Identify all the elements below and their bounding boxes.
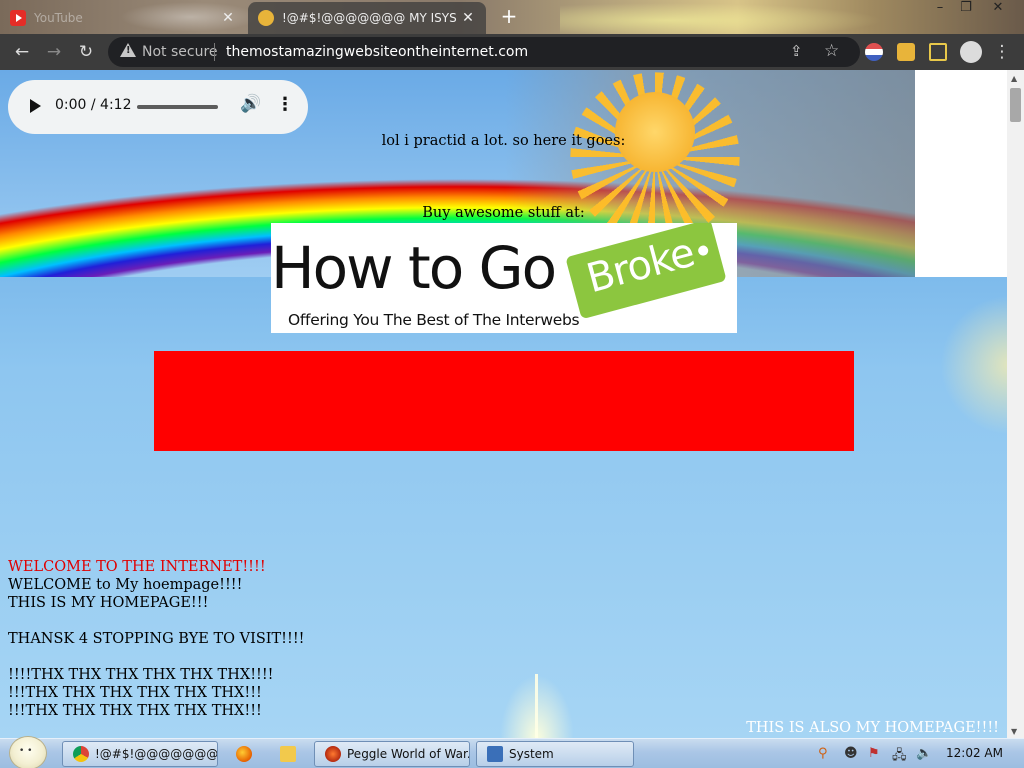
welcome-line: WELCOME to My hoempage!!!! xyxy=(8,577,243,593)
sun-glow-image xyxy=(940,295,1007,435)
taskbar-item-firefox[interactable] xyxy=(226,741,256,767)
system-icon xyxy=(487,746,503,762)
taskbar-item-folder[interactable] xyxy=(270,741,300,767)
flag-extension-icon[interactable] xyxy=(865,43,883,61)
network-icon[interactable]: 🖧 xyxy=(892,746,907,768)
red-box xyxy=(154,351,854,451)
bookmark-star-icon[interactable]: ☆ xyxy=(824,41,839,61)
security-indicator[interactable]: Not secure xyxy=(142,44,218,60)
sun-image xyxy=(615,92,695,172)
background-gap xyxy=(915,70,1007,277)
warning-icon xyxy=(120,43,136,57)
page-favicon-icon xyxy=(258,10,274,26)
profile-avatar-icon[interactable] xyxy=(960,41,982,63)
tab-title: YouTube xyxy=(34,11,83,25)
search-icon[interactable]: ⚲ xyxy=(818,746,828,761)
url-text[interactable]: themostamazingwebsiteontheinternet.com xyxy=(226,44,528,60)
buy-text: Buy awesome stuff at: xyxy=(422,205,585,221)
flag-icon[interactable]: ⚑ xyxy=(868,746,880,761)
tray-app-icon[interactable]: ☻ xyxy=(844,746,858,761)
peggle-icon xyxy=(325,746,341,762)
start-button[interactable] xyxy=(9,736,47,768)
tab-title: !@#$!@@@@@@@ MY ISYS PR xyxy=(282,11,460,25)
clock[interactable]: 12:02 AM xyxy=(946,746,1003,760)
browser-toolbar: ← → ↻ Not secure themostamazingwebsiteon… xyxy=(0,34,1024,70)
theme-decoration xyxy=(560,0,920,34)
taskbar-item-system[interactable]: System xyxy=(476,741,634,767)
intro-text: lol i practid a lot. so here it goes: xyxy=(381,133,626,149)
play-icon[interactable] xyxy=(30,99,41,113)
homepage-line: THIS IS MY HOMEPAGE!!! xyxy=(8,595,209,611)
page-viewport: 0:00 / 4:12 🔊 ⋮ lol i practid a lot. so … xyxy=(0,70,1007,738)
minimize-icon[interactable]: – xyxy=(926,0,954,18)
how-to-go-broke-banner[interactable]: How to Go Broke Offering You The Best of… xyxy=(271,223,737,333)
audio-time: 0:00 / 4:12 xyxy=(55,97,132,113)
close-tab-icon[interactable]: ✕ xyxy=(220,10,236,26)
banner-headline: How to Go xyxy=(271,234,557,302)
restore-icon[interactable]: ❐ xyxy=(952,0,980,18)
firefox-icon xyxy=(236,746,252,762)
new-tab-button[interactable]: + xyxy=(498,6,520,28)
footer-text: THIS IS ALSO MY HOMEPAGE!!!! xyxy=(746,720,999,736)
tab-homepage[interactable]: !@#$!@@@@@@@ MY ISYS PR ✕ xyxy=(248,2,486,34)
menu-kebab-icon[interactable]: ⋮ xyxy=(992,42,1012,62)
tab-youtube[interactable]: YouTube ✕ xyxy=(0,2,246,34)
scroll-up-icon[interactable]: ▲ xyxy=(1011,74,1017,83)
divider xyxy=(214,43,215,61)
reload-icon[interactable]: ↻ xyxy=(76,42,96,62)
extensions-puzzle-icon[interactable] xyxy=(897,43,915,61)
taskbar-item-chrome[interactable]: !@#$!@@@@@@@ ... xyxy=(62,741,218,767)
tab-strip: YouTube ✕ !@#$!@@@@@@@ MY ISYS PR ✕ + – … xyxy=(0,0,1024,34)
thanks-line: THANSK 4 STOPPING BYE TO VISIT!!!! xyxy=(8,631,305,647)
thx-line: !!!THX THX THX THX THX THX!!! xyxy=(8,703,262,719)
light-flare-image xyxy=(497,670,577,738)
back-arrow-icon[interactable]: ← xyxy=(12,42,32,62)
folder-icon xyxy=(280,746,296,762)
more-options-icon[interactable]: ⋮ xyxy=(276,94,294,115)
volume-icon[interactable]: 🔊 xyxy=(240,94,261,114)
audio-player: 0:00 / 4:12 🔊 ⋮ xyxy=(8,80,308,134)
scrollbar-thumb[interactable] xyxy=(1010,88,1021,122)
banner-tagline: Offering You The Best of The Interwebs xyxy=(288,311,580,329)
thx-line: !!!THX THX THX THX THX THX!!! xyxy=(8,685,262,701)
welcome-line: WELCOME TO THE INTERNET!!!! xyxy=(8,559,266,575)
scroll-down-icon[interactable]: ▼ xyxy=(1011,727,1017,736)
side-panel-icon[interactable] xyxy=(929,43,947,61)
youtube-favicon-icon xyxy=(10,10,26,26)
close-tab-icon[interactable]: ✕ xyxy=(460,10,476,26)
taskbar: !@#$!@@@@@@@ ... Peggle World of War... … xyxy=(0,736,1024,768)
taskbar-item-label: !@#$!@@@@@@@ ... xyxy=(95,747,217,761)
audio-progress-slider[interactable] xyxy=(137,105,218,109)
forward-arrow-icon[interactable]: → xyxy=(44,42,64,62)
taskbar-item-peggle[interactable]: Peggle World of War... xyxy=(314,741,470,767)
share-icon[interactable]: ⇪ xyxy=(790,42,803,60)
speaker-icon[interactable]: 🔈 xyxy=(916,746,932,761)
address-bar[interactable]: Not secure themostamazingwebsiteontheint… xyxy=(108,37,860,67)
taskbar-item-label: System xyxy=(509,747,554,761)
page-scrollbar[interactable]: ▲ ▼ xyxy=(1007,70,1024,738)
thx-line: !!!!THX THX THX THX THX THX!!!! xyxy=(8,667,274,683)
window-close-icon[interactable]: ✕ xyxy=(984,0,1012,18)
chrome-icon xyxy=(73,746,89,762)
taskbar-item-label: Peggle World of War... xyxy=(347,747,469,761)
